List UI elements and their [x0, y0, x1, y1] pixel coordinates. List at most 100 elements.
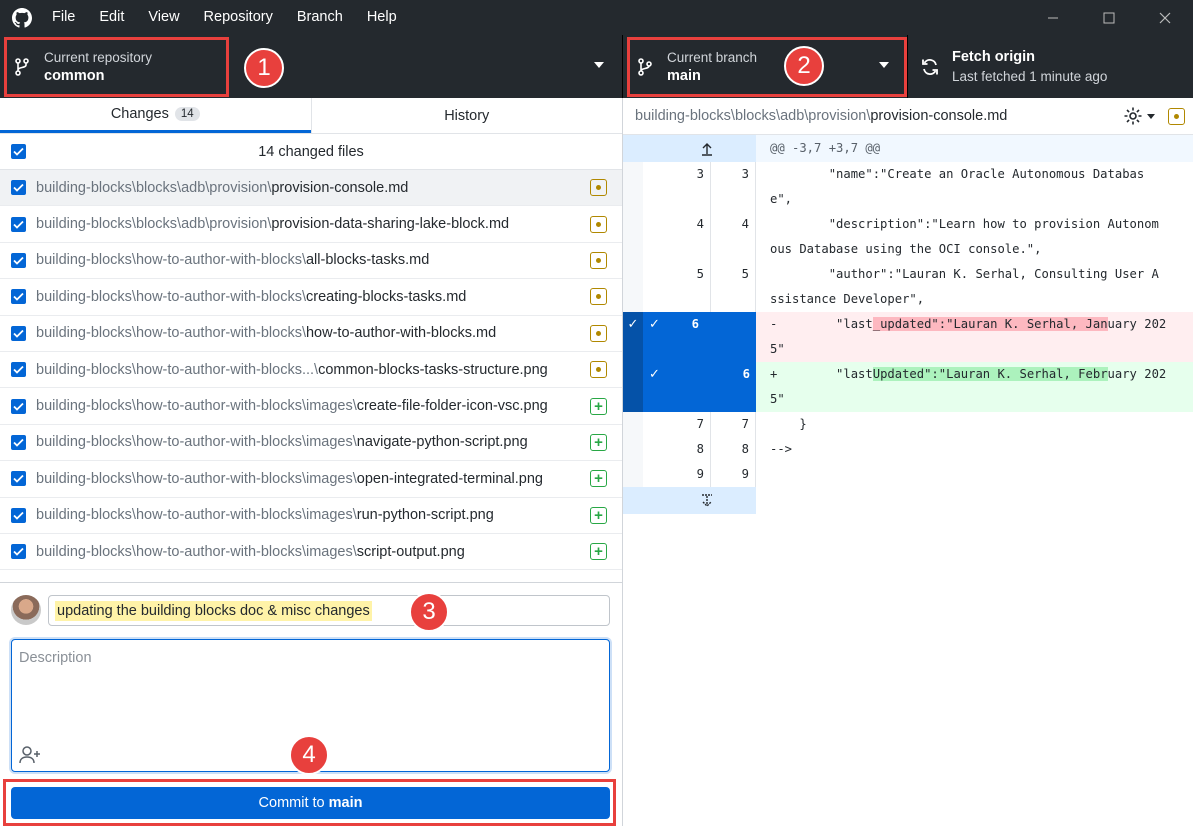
new-line-number: 8 [741, 442, 749, 456]
file-path: building-blocks\how-to-author-with-block… [36, 434, 528, 450]
code-text: } [770, 417, 807, 431]
checkmark-icon [13, 329, 24, 338]
file-checkbox[interactable] [11, 325, 26, 341]
diff-options-button[interactable] [1123, 106, 1155, 126]
file-name: script-output.png [356, 543, 465, 560]
checkmark-icon [13, 147, 24, 156]
file-list: building-blocks\blocks\adb\provision\pro… [0, 170, 622, 582]
checkmark-icon [13, 220, 24, 229]
menu-edit[interactable]: Edit [87, 0, 136, 35]
github-logo-icon [4, 0, 40, 35]
code-text: "last [777, 367, 873, 381]
file-path: building-blocks\how-to-author-with-block… [36, 362, 548, 378]
file-row[interactable]: building-blocks\how-to-author-with-block… [0, 461, 622, 498]
close-icon [1159, 12, 1171, 23]
repository-label: Current repository [44, 49, 153, 65]
changes-panel: Changes 14 History 14 changed files buil… [0, 98, 623, 826]
file-checkbox[interactable] [11, 252, 26, 268]
hunk-footer [623, 487, 1193, 514]
file-name: provision-data-sharing-lake-block.md [271, 216, 510, 233]
commit-summary-text: updating the building blocks doc & misc … [55, 600, 372, 621]
expand-up-icon[interactable] [643, 135, 712, 162]
maximize-button[interactable] [1081, 0, 1137, 35]
diff-line-context: 3 3 "name":"Create an Oracle Autonomous D… [623, 162, 1193, 212]
commit-summary-input[interactable]: updating the building blocks doc & misc … [48, 595, 610, 626]
file-row[interactable]: building-blocks\how-to-author-with-block… [0, 388, 622, 425]
file-row[interactable]: building-blocks\blocks\adb\provision\pro… [0, 206, 622, 243]
callout-badge-2: 2 [784, 46, 824, 86]
menu-view[interactable]: View [136, 0, 191, 35]
expand-down-icon[interactable] [643, 487, 712, 514]
file-row[interactable]: building-blocks\how-to-author-with-block… [0, 279, 622, 316]
minimize-button[interactable] [1025, 0, 1081, 35]
file-row[interactable]: building-blocks\how-to-author-with-block… [0, 316, 622, 352]
file-modified-icon [590, 215, 607, 233]
menu-repository[interactable]: Repository [192, 0, 285, 35]
add-coauthor-icon[interactable] [18, 745, 42, 765]
file-row[interactable]: building-blocks\how-to-author-with-block… [0, 425, 622, 462]
file-name: navigate-python-script.png [356, 434, 528, 451]
file-dir: building-blocks\how-to-author-with-block… [36, 361, 319, 378]
file-row[interactable]: building-blocks\blocks\adb\provision\pro… [0, 170, 622, 207]
current-branch-button[interactable]: Current branch main [623, 35, 908, 98]
checkmark-icon [13, 511, 24, 520]
file-dir: building-blocks\blocks\adb\provision\ [36, 216, 272, 233]
file-checkbox[interactable] [11, 289, 26, 305]
file-modified-icon [590, 251, 607, 269]
file-checkbox[interactable] [11, 544, 26, 560]
chevron-down-icon [879, 62, 889, 68]
file-added-icon: + [590, 506, 607, 524]
file-name: all-blocks-tasks.md [305, 252, 430, 269]
repo-icon [0, 57, 44, 76]
menu-file[interactable]: File [40, 0, 87, 35]
code-text: "author":"Lauran K. Serhal, Consulting U… [770, 267, 1159, 306]
checkmark-icon [13, 547, 24, 556]
file-checkbox[interactable] [11, 180, 26, 196]
callout-badge-3: 3 [409, 592, 449, 632]
new-line-number: 7 [741, 417, 749, 431]
checkmark-icon [13, 402, 24, 411]
diff-line-removed[interactable]: ✓ ✓ 6- "last_updated":"Lauran K. Serhal, J… [623, 312, 1193, 362]
menu-branch[interactable]: Branch [285, 0, 355, 35]
file-name: open-integrated-terminal.png [356, 470, 543, 487]
file-modified-icon [590, 179, 607, 197]
diff-view: @@ -3,7 +3,7 @@ 3 3 "name":"Create an Ora… [623, 135, 1193, 514]
commit-button[interactable]: Commit to main [11, 787, 610, 819]
file-checkbox[interactable] [11, 471, 26, 487]
checkmark-icon [13, 366, 24, 374]
last-fetched-text: Last fetched 1 minute ago [952, 68, 1108, 84]
menu-help[interactable]: Help [355, 0, 409, 35]
old-line-number: 4 [696, 217, 704, 231]
file-row[interactable]: building-blocks\how-to-author-with-block… [0, 534, 622, 571]
commit-button-prefix: Commit to [258, 795, 325, 811]
code-text: "last [777, 317, 873, 331]
file-row[interactable]: building-blocks\how-to-author-with-block… [0, 498, 622, 534]
tab-changes[interactable]: Changes 14 [0, 98, 311, 133]
diff-line-added[interactable]: ✓ 6 + "lastUpdated":"Lauran K. Serhal, Feb… [623, 362, 1193, 412]
file-checkbox[interactable] [11, 362, 26, 378]
file-checkbox[interactable] [11, 434, 26, 450]
chevron-down-icon [594, 62, 604, 68]
hunk-header-text: @@ -3,7 +3,7 @@ [756, 135, 1193, 162]
maximize-icon [1103, 12, 1115, 23]
callout-badge-4: 4 [289, 735, 329, 775]
file-added-icon: + [590, 470, 607, 488]
file-row[interactable]: building-blocks\how-to-author-with-block… [0, 352, 622, 389]
file-modified-icon [590, 361, 607, 379]
file-checkbox[interactable] [11, 216, 26, 232]
file-checkbox[interactable] [11, 507, 26, 523]
file-added-icon: + [590, 397, 607, 415]
close-button[interactable] [1137, 0, 1193, 35]
checkmark-icon [13, 184, 24, 192]
code-text: --> [770, 442, 793, 456]
tab-history[interactable]: History [310, 98, 623, 133]
file-path: building-blocks\how-to-author-with-block… [36, 325, 496, 341]
checkmark-icon: ✓ [649, 317, 660, 332]
fetch-origin-button[interactable]: Fetch origin Last fetched 1 minute ago [908, 35, 1193, 98]
file-row[interactable]: building-blocks\how-to-author-with-block… [0, 243, 622, 280]
current-repository-button[interactable]: Current repository common [0, 35, 623, 98]
branch-label: Current branch [667, 49, 758, 65]
file-checkbox[interactable] [11, 398, 26, 414]
select-all-checkbox[interactable] [11, 144, 26, 159]
old-line-number: 5 [696, 267, 704, 281]
